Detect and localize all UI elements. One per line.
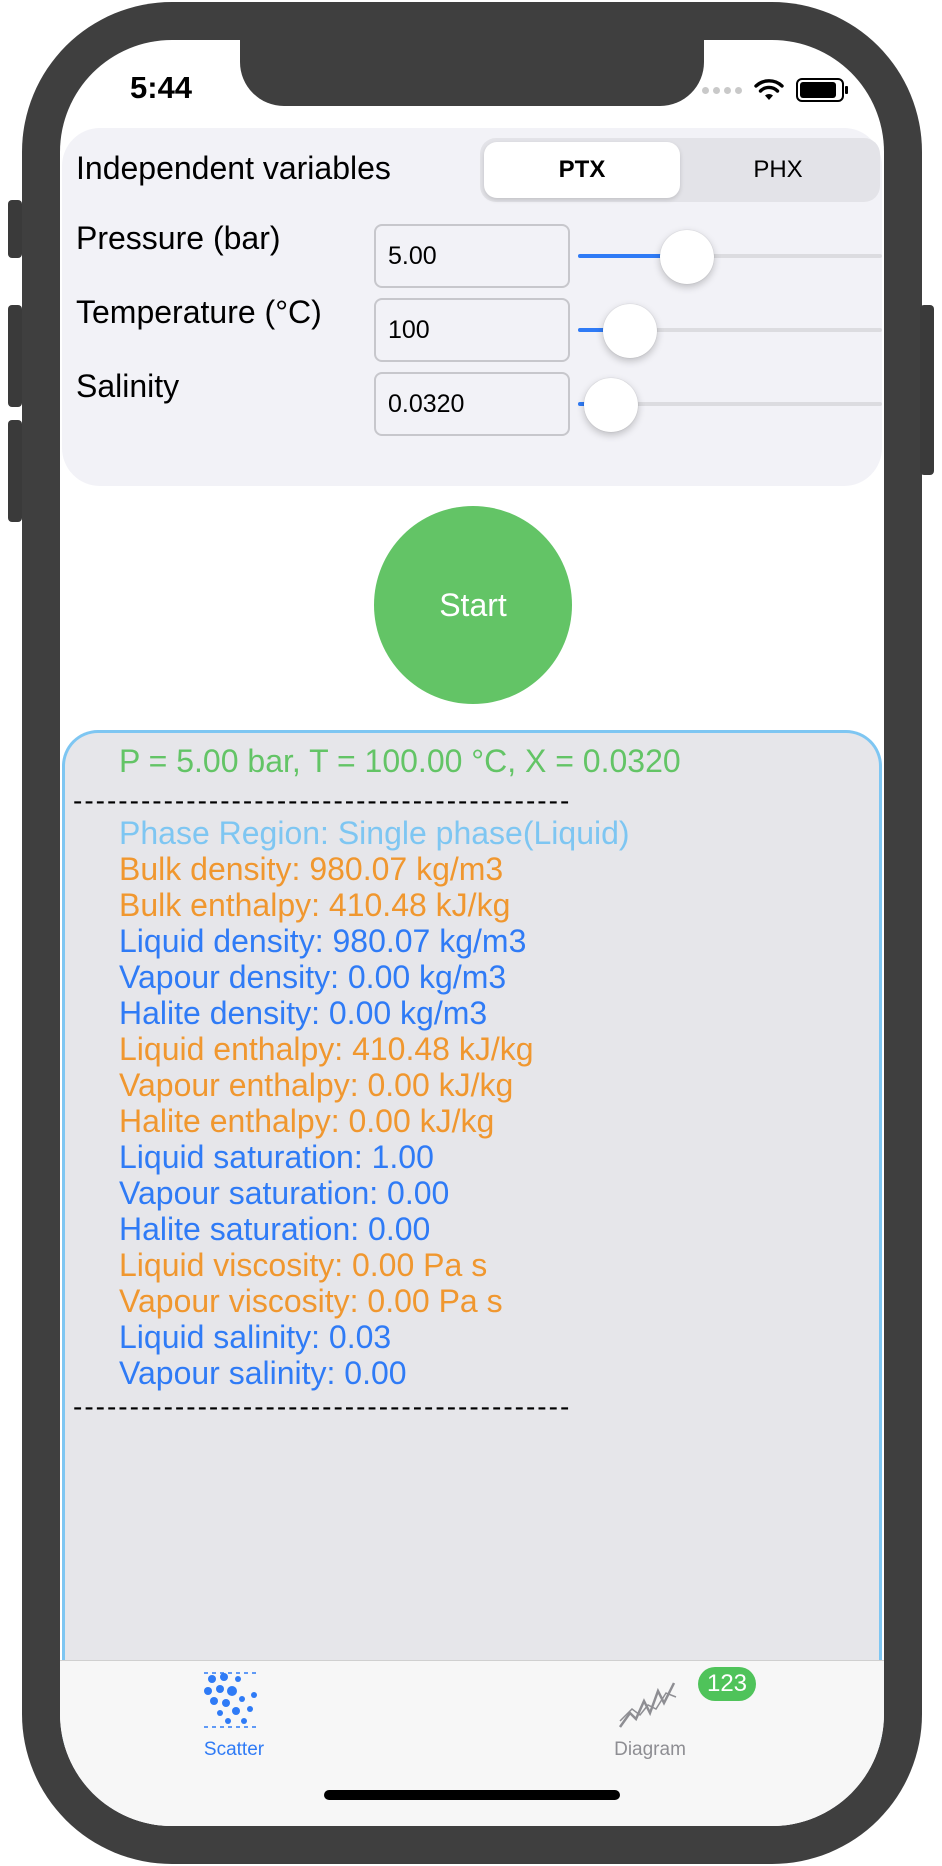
scatter-icon (204, 1672, 258, 1728)
device-button-volume-down (8, 420, 22, 522)
independent-variables-label: Independent variables (76, 150, 391, 186)
segment-phx[interactable]: PHX (680, 142, 876, 198)
device-button-silent (8, 200, 22, 258)
temperature-field[interactable]: 100 (374, 298, 570, 362)
tab-bar: Scatter Diagram 123 (60, 1660, 884, 1826)
input-panel: Independent variables PTX PHX Pressure (… (62, 128, 882, 486)
segment-ptx[interactable]: PTX (484, 142, 680, 198)
result-line: Bulk density: 980.07 kg/m3 (119, 851, 504, 887)
separator-top: ----------------------------------------… (73, 785, 572, 816)
result-line: Liquid enthalpy: 410.48 kJ/kg (119, 1031, 534, 1067)
result-line: Vapour viscosity: 0.00 Pa s (119, 1283, 503, 1319)
screen: 5:44 Independent variables PTX PHX Press… (60, 40, 884, 1826)
notch (240, 40, 704, 106)
result-line: Halite saturation: 0.00 (119, 1211, 431, 1247)
tab-scatter[interactable]: Scatter (134, 1661, 334, 1761)
start-button[interactable]: Start (374, 506, 572, 704)
device-button-power (920, 305, 934, 475)
result-line: Vapour density: 0.00 kg/m3 (119, 959, 507, 995)
result-line: Liquid viscosity: 0.00 Pa s (119, 1247, 488, 1283)
battery-icon (796, 78, 848, 102)
wifi-icon (754, 79, 784, 100)
tab-scatter-label: Scatter (203, 1739, 265, 1760)
pressure-slider[interactable] (578, 230, 882, 284)
result-line: Halite density: 0.00 kg/m3 (119, 995, 488, 1031)
separator-bottom: ----------------------------------------… (73, 1391, 572, 1422)
device-button-volume-up (8, 305, 22, 407)
salinity-label: Salinity (76, 368, 180, 404)
result-line: Bulk enthalpy: 410.48 kJ/kg (119, 887, 511, 923)
variables-segmented-control[interactable]: PTX PHX (480, 138, 880, 202)
status-time: 5:44 (130, 70, 193, 105)
pressure-label: Pressure (bar) (76, 220, 281, 256)
tab-diagram-label: Diagram (614, 1739, 686, 1760)
salinity-slider[interactable] (578, 378, 882, 432)
diagram-badge: 123 (698, 1667, 756, 1701)
result-line: Halite enthalpy: 0.00 kJ/kg (119, 1103, 495, 1139)
temperature-slider[interactable] (578, 304, 882, 358)
phase-region: Phase Region: Single phase(Liquid) (119, 815, 630, 851)
result-line: Vapour saturation: 0.00 (119, 1175, 450, 1211)
pressure-field[interactable]: 5.00 (374, 224, 570, 288)
result-line: Liquid saturation: 1.00 (119, 1139, 434, 1175)
result-line: Liquid salinity: 0.03 (119, 1319, 392, 1355)
salinity-field[interactable]: 0.0320 (374, 372, 570, 436)
slider-thumb[interactable] (660, 230, 714, 284)
cellular-icon (702, 86, 742, 94)
slider-thumb[interactable] (603, 304, 657, 358)
temperature-label: Temperature (°C) (76, 294, 322, 330)
diagram-icon (618, 1682, 677, 1728)
result-line: Liquid density: 980.07 kg/m3 (119, 923, 527, 959)
slider-thumb[interactable] (584, 378, 638, 432)
result-line: Vapour enthalpy: 0.00 kJ/kg (119, 1067, 514, 1103)
home-indicator[interactable] (324, 1790, 620, 1800)
status-icons (702, 78, 848, 102)
results-header: P = 5.00 bar, T = 100.00 °C, X = 0.0320 (119, 743, 681, 779)
result-line: Vapour salinity: 0.00 (119, 1355, 407, 1391)
